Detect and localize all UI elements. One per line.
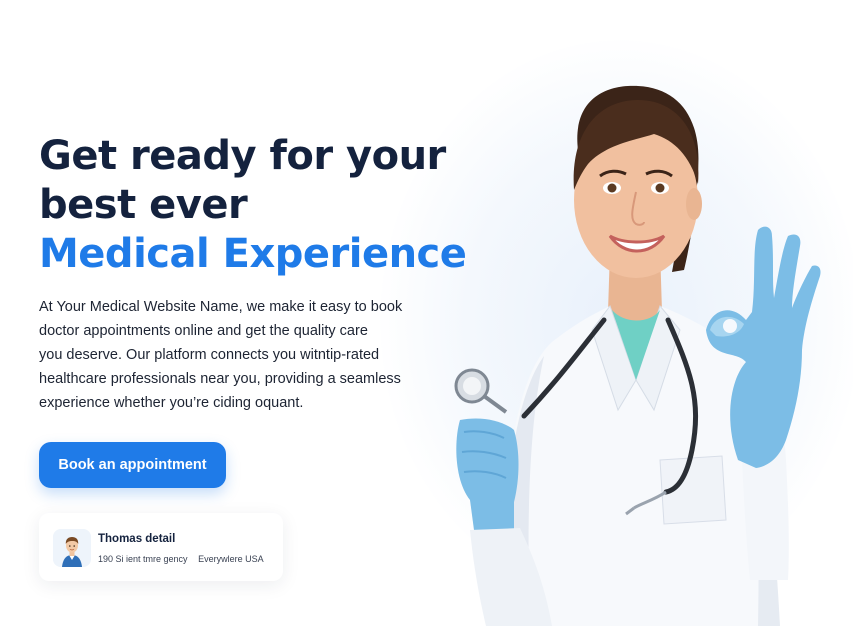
profile-card: Thomas detail 190 Si ient tmre gency Eve… xyxy=(39,513,283,581)
description-line: healthcare professionals near you, provi… xyxy=(39,371,401,387)
hero-section: Get ready for your best ever Medical Exp… xyxy=(39,132,467,415)
hero-headline: Get ready for your best ever Medical Exp… xyxy=(39,132,467,279)
book-appointment-button[interactable]: Book an appointment xyxy=(39,442,226,488)
profile-name: Thomas detail xyxy=(98,533,176,545)
description-line: doctor appointments online and get the q… xyxy=(39,323,368,339)
description-line: experience whether you’re ciding oquant. xyxy=(39,395,304,411)
hero-description: At Your Medical Website Name, we make it… xyxy=(39,295,431,415)
profile-detail: 190 Si ient tmre gency xyxy=(98,554,188,564)
profile-meta: 190 Si ient tmre gency Everywlere USA xyxy=(98,554,264,564)
description-line: you deserve. Our platform connects you w… xyxy=(39,347,380,363)
headline-accent: Medical Experience xyxy=(39,231,467,277)
doctor-photo xyxy=(440,80,840,626)
headline-line-1: Get ready for your xyxy=(39,133,446,179)
headline-line-2: best ever xyxy=(39,182,248,228)
doctor-avatar-icon xyxy=(53,529,91,567)
profile-location: Everywlere USA xyxy=(198,554,264,564)
description-line: At Your Medical Website Name, we make it… xyxy=(39,299,403,315)
